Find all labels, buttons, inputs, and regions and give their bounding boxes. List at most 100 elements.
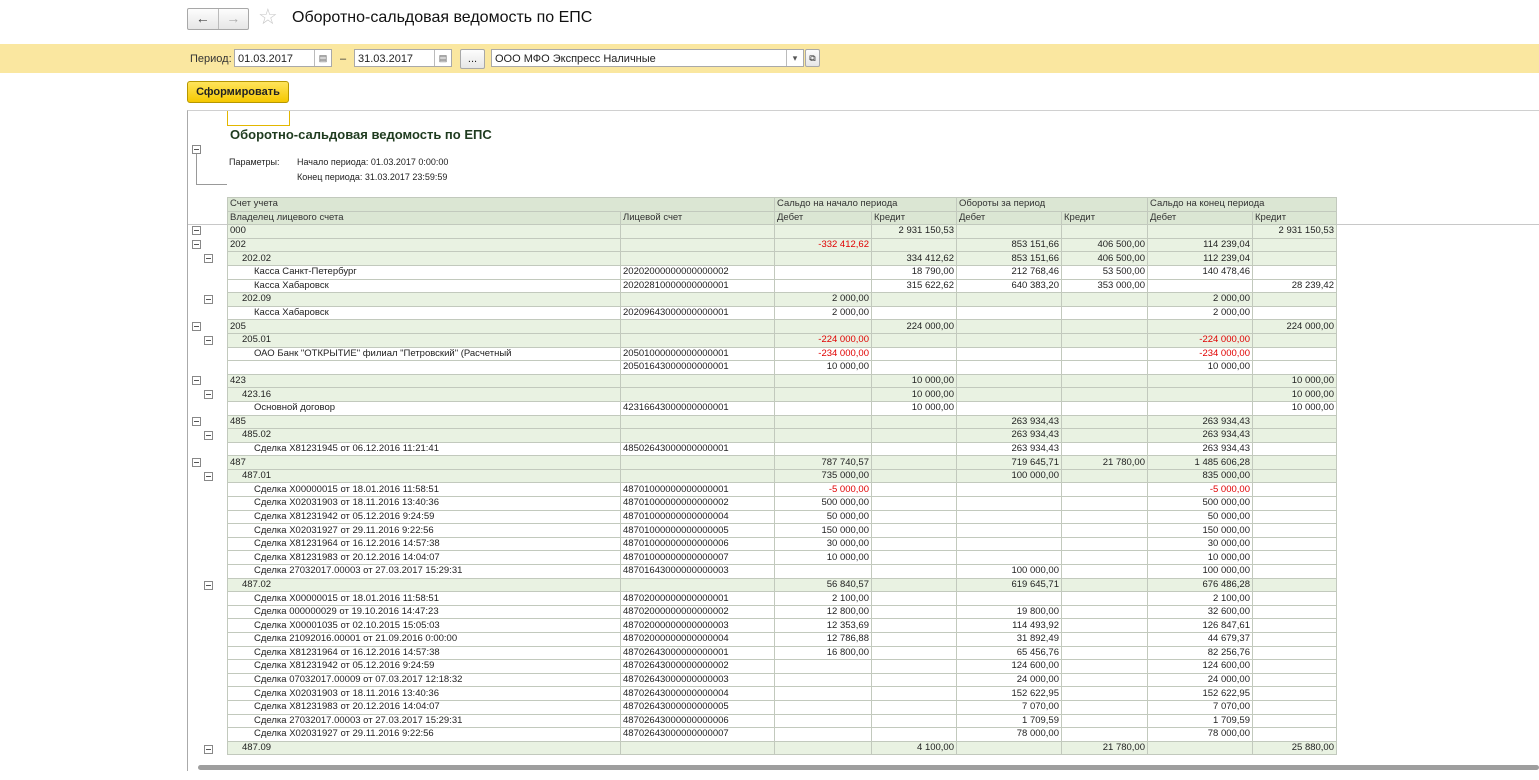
account-cell: Сделка 07032017.00009 от 07.03.2017 12:1… bbox=[227, 672, 621, 688]
table-row[interactable]: Сделка Х81231942 от 05.12.2016 9:24:59 48… bbox=[227, 509, 1337, 525]
table-row[interactable]: Сделка Х02031903 от 18.11.2016 13:40:36 4… bbox=[227, 496, 1337, 511]
personal-account-cell: 48702643000000000007 bbox=[620, 727, 775, 742]
group-row[interactable]: 487.09 4 100,00 21 780,00 25 880,00 bbox=[227, 740, 1337, 756]
table-row[interactable]: Основной договор 42316643000000000001 10 0… bbox=[227, 400, 1337, 416]
table-row[interactable]: Касса Хабаровск 20202810000000000001 315 6… bbox=[227, 278, 1337, 294]
collapse-group-icon[interactable] bbox=[204, 431, 213, 441]
collapse-group-icon[interactable] bbox=[204, 294, 213, 304]
star-icon[interactable]: ☆ bbox=[258, 5, 278, 29]
collapse-group-icon[interactable] bbox=[192, 417, 201, 427]
amount-cell bbox=[871, 632, 957, 647]
collapse-group-icon[interactable] bbox=[204, 390, 213, 400]
personal-account-cell: 48502643000000000001 bbox=[620, 441, 775, 457]
calendar-icon[interactable]: ▤ bbox=[314, 50, 331, 66]
amount-cell bbox=[1147, 740, 1253, 756]
calendar-icon[interactable]: ▤ bbox=[434, 50, 451, 66]
table-row[interactable]: Сделка Х81231964 от 16.12.2016 14:57:38 4… bbox=[227, 645, 1337, 661]
table-row[interactable]: Сделка 07032017.00009 от 07.03.2017 12:1… bbox=[227, 672, 1337, 688]
group-row[interactable]: 205.01 -224 000,00 -224 000,00 bbox=[227, 332, 1337, 348]
amount-cell: 640 383,20 bbox=[956, 278, 1062, 294]
collapse-group-icon[interactable] bbox=[192, 321, 201, 331]
table-row[interactable]: Касса Хабаровск 20209643000000000001 2 000… bbox=[227, 305, 1337, 321]
account-cell: 487 bbox=[227, 455, 621, 470]
amount-cell: 787 740,57 bbox=[774, 455, 872, 470]
table-row[interactable]: Касса Санкт-Петербург 2020200000000000000… bbox=[227, 264, 1337, 280]
table-row[interactable]: Сделка Х81231942 от 05.12.2016 9:24:59 48… bbox=[227, 659, 1337, 674]
amount-cell: 18 790,00 bbox=[871, 264, 957, 280]
amount-cell bbox=[1061, 414, 1148, 430]
amount-cell: 212 768,46 bbox=[956, 264, 1062, 280]
group-row[interactable]: 485.02 263 934,43 263 934,43 bbox=[227, 428, 1337, 443]
collapse-group-icon[interactable] bbox=[192, 226, 201, 236]
table-row[interactable]: Сделка Х02031903 от 18.11.2016 13:40:36 4… bbox=[227, 686, 1337, 701]
collapse-group-icon[interactable] bbox=[204, 335, 213, 345]
table-row[interactable]: Сделка Х81231945 от 06.12.2016 11:21:41 4… bbox=[227, 441, 1337, 457]
personal-account-cell: 48702643000000000004 bbox=[620, 686, 775, 701]
organization-field[interactable]: ООО МФО Экспресс Наличные ▾ bbox=[491, 49, 804, 67]
horizontal-scrollbar[interactable] bbox=[198, 765, 1539, 770]
table-row[interactable]: Сделка Х81231983 от 20.12.2016 14:04:07 4… bbox=[227, 699, 1337, 715]
account-cell: Сделка Х00000015 от 18.01.2016 11:58:51 bbox=[227, 482, 621, 498]
collapse-group-icon[interactable] bbox=[192, 145, 201, 154]
amount-cell bbox=[774, 428, 872, 443]
personal-account-cell: 48701000000000000006 bbox=[620, 536, 775, 552]
table-row[interactable]: Сделка Х02031927 от 29.11.2016 9:22:56 48… bbox=[227, 523, 1337, 538]
table-row[interactable]: Сделка 27032017.00003 от 27.03.2017 15:2… bbox=[227, 713, 1337, 729]
amount-cell bbox=[956, 292, 1062, 307]
collapse-group-icon[interactable] bbox=[204, 472, 213, 481]
table-row[interactable]: Сделка 21092016.00001 от 21.09.2016 0:00… bbox=[227, 632, 1337, 647]
amount-cell: 10 000,00 bbox=[1252, 400, 1337, 416]
collapse-group-icon[interactable] bbox=[192, 239, 201, 249]
generate-button[interactable]: Сформировать bbox=[187, 81, 289, 103]
group-row[interactable]: 487.01 735 000,00 100 000,00 835 000,00 bbox=[227, 468, 1337, 484]
group-row[interactable]: 423.16 10 000,00 10 000,00 bbox=[227, 387, 1337, 402]
amount-cell bbox=[871, 523, 957, 538]
date-from-field[interactable]: 01.03.2017 ▤ bbox=[234, 49, 332, 67]
amount-cell bbox=[1252, 441, 1337, 457]
personal-account-cell bbox=[620, 387, 775, 402]
group-row[interactable]: 487 787 740,57 719 645,71 21 780,00 1 485 60… bbox=[227, 455, 1337, 470]
table-row[interactable]: Сделка Х00000015 от 18.01.2016 11:58:51 4… bbox=[227, 482, 1337, 498]
forward-arrow-icon[interactable]: → bbox=[219, 9, 249, 29]
table-row[interactable]: Сделка Х81231983 от 20.12.2016 14:04:07 4… bbox=[227, 550, 1337, 566]
table-row[interactable]: Сделка Х00001035 от 02.10.2015 15:05:03 4… bbox=[227, 618, 1337, 633]
group-row[interactable]: 202.02 334 412,62 853 151,66 406 500,00 112 … bbox=[227, 251, 1337, 266]
collapse-group-icon[interactable] bbox=[192, 376, 201, 386]
date-to-field[interactable]: 31.03.2017 ▤ bbox=[354, 49, 452, 67]
date-to-value: 31.03.2017 bbox=[358, 53, 414, 65]
table-row[interactable]: ОАО Банк "ОТКРЫТИЕ" филиал "Петровский" … bbox=[227, 346, 1337, 362]
amount-cell: 10 000,00 bbox=[1252, 373, 1337, 389]
table-row[interactable]: Сделка 000000029 от 19.10.2016 14:47:23 4… bbox=[227, 604, 1337, 620]
amount-cell bbox=[1147, 387, 1253, 402]
group-row[interactable]: 202.09 2 000,00 2 000,00 bbox=[227, 292, 1337, 307]
group-row[interactable]: 000 2 931 150,53 2 931 150,53 bbox=[227, 224, 1337, 239]
dropdown-arrow-icon[interactable]: ▾ bbox=[786, 50, 803, 66]
collapse-group-icon[interactable] bbox=[204, 745, 213, 754]
collapse-group-icon[interactable] bbox=[204, 581, 213, 591]
back-arrow-icon[interactable]: ← bbox=[188, 9, 219, 29]
amount-cell: -234 000,00 bbox=[1147, 346, 1253, 362]
personal-account-cell: 48701000000000000007 bbox=[620, 550, 775, 566]
collapse-group-icon[interactable] bbox=[192, 458, 201, 468]
group-row[interactable]: 202 -332 412,62 853 151,66 406 500,00 114 23… bbox=[227, 237, 1337, 253]
report-area[interactable]: Оборотно-сальдовая ведомость по ЕПС Пара… bbox=[187, 110, 1539, 771]
group-row[interactable]: 423 10 000,00 10 000,00 bbox=[227, 373, 1337, 389]
amount-cell: 10 000,00 bbox=[871, 387, 957, 402]
period-select-button[interactable]: ... bbox=[460, 49, 485, 69]
group-row[interactable]: 487.02 56 840,57 619 645,71 676 486,28 bbox=[227, 577, 1337, 593]
amount-cell: 124 600,00 bbox=[1147, 659, 1253, 674]
group-line bbox=[196, 154, 197, 184]
table-row[interactable]: Сделка Х00000015 от 18.01.2016 11:58:51 4… bbox=[227, 591, 1337, 606]
selected-cell[interactable] bbox=[227, 111, 290, 126]
collapse-group-icon[interactable] bbox=[204, 253, 213, 263]
amount-cell bbox=[1147, 373, 1253, 389]
table-row[interactable]: 20501643000000000001 10 000,00 10 000,00 bbox=[227, 360, 1337, 375]
group-row[interactable]: 205 224 000,00 224 000,00 bbox=[227, 319, 1337, 334]
table-row[interactable]: Сделка 27032017.00003 от 27.03.2017 15:2… bbox=[227, 564, 1337, 579]
table-row[interactable]: Сделка Х81231964 от 16.12.2016 14:57:38 4… bbox=[227, 536, 1337, 552]
group-row[interactable]: 485 263 934,43 263 934,43 bbox=[227, 414, 1337, 430]
amount-cell bbox=[1252, 332, 1337, 348]
table-row[interactable]: Сделка Х02031927 от 29.11.2016 9:22:56 48… bbox=[227, 727, 1337, 742]
account-cell: Касса Хабаровск bbox=[227, 305, 621, 321]
open-link-icon[interactable]: ⧉ bbox=[805, 49, 820, 67]
